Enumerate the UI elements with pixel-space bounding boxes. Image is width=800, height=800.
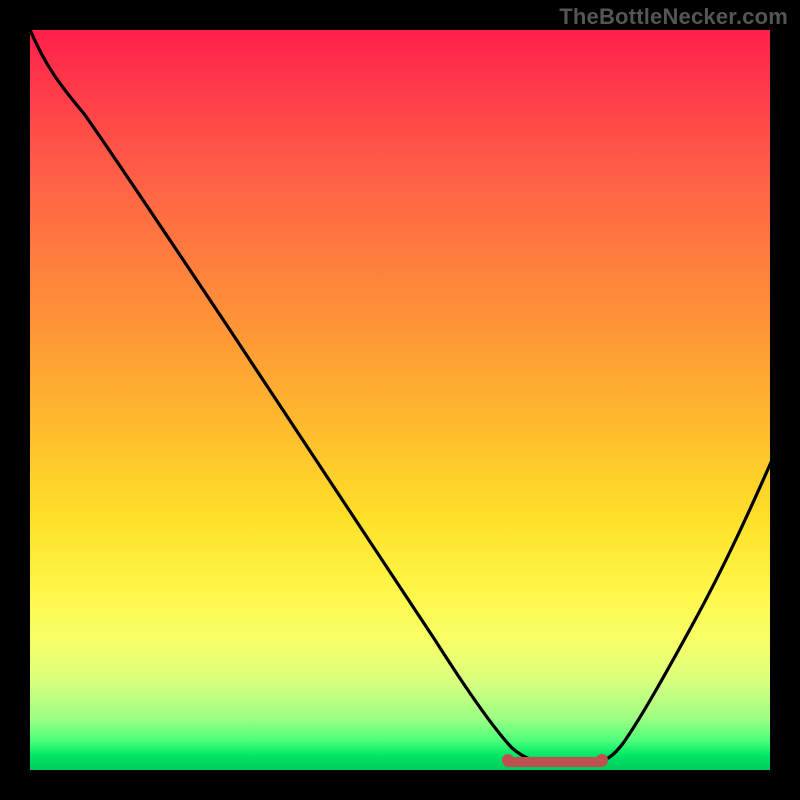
valley-dot-right [596,754,608,766]
bottleneck-curve-svg [30,30,770,770]
valley-dot-left [502,754,514,766]
curve-line [30,30,770,762]
watermark-text: TheBottleNecker.com [559,4,788,30]
plot-area [30,30,770,770]
chart-frame: TheBottleNecker.com [0,0,800,800]
